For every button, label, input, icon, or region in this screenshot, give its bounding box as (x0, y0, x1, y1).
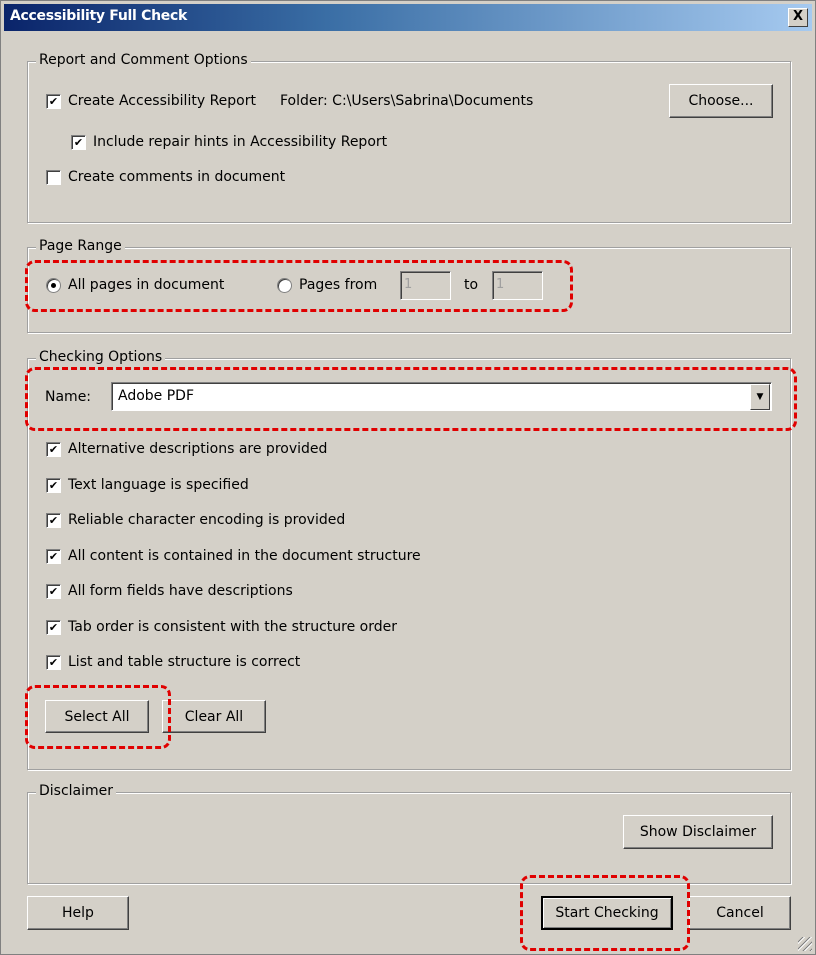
checking-option-label: List and table structure is correct (68, 654, 301, 670)
group-legend: Page Range (36, 238, 125, 254)
from-page-input[interactable]: 1 (400, 271, 451, 300)
checking-option-label: Text language is specified (68, 476, 249, 493)
select-all-button[interactable]: Select All (45, 700, 149, 733)
show-disclaimer-button[interactable]: Show Disclaimer (623, 815, 773, 849)
name-label: Name: (45, 389, 92, 405)
include-hints-checkbox[interactable]: ✔ (71, 135, 86, 150)
clear-all-button[interactable]: Clear All (162, 700, 266, 733)
include-hints-label: Include repair hints in Accessibility Re… (93, 134, 388, 150)
checking-option-checkbox[interactable]: ✔ (46, 513, 61, 528)
close-button[interactable]: X (788, 8, 808, 27)
cancel-button[interactable]: Cancel (689, 896, 791, 930)
title-bar[interactable]: Accessibility Full Check X (4, 4, 812, 31)
checking-option-checkbox[interactable]: ✔ (46, 655, 61, 670)
start-checking-button[interactable]: Start Checking (541, 896, 673, 930)
checking-option-label: All content is contained in the document… (68, 547, 421, 564)
pages-from-radio[interactable] (277, 278, 292, 293)
create-comments-checkbox[interactable] (46, 170, 61, 185)
chevron-down-icon[interactable]: ▼ (750, 384, 770, 410)
create-comments-label: Create comments in document (68, 169, 286, 185)
to-label: to (464, 277, 479, 293)
group-legend: Disclaimer (36, 783, 117, 799)
resize-grip[interactable] (798, 937, 812, 951)
help-button[interactable]: Help (27, 896, 129, 930)
checking-option-label: All form fields have descriptions (68, 583, 293, 599)
group-legend: Checking Options (36, 349, 166, 365)
checking-option-label: Tab order is consistent with the structu… (68, 618, 397, 635)
checking-option-checkbox[interactable]: ✔ (46, 584, 61, 599)
checking-option-checkbox[interactable]: ✔ (46, 477, 61, 493)
group-legend: Report and Comment Options (36, 52, 251, 68)
checking-option-checkbox[interactable]: ✔ (46, 442, 61, 457)
checking-option-checkbox[interactable]: ✔ (46, 619, 61, 635)
choose-button[interactable]: Choose... (669, 84, 773, 118)
all-pages-radio[interactable] (46, 278, 61, 293)
folder-path: Folder: C:\Users\Sabrina\Documents (280, 93, 534, 109)
window-title: Accessibility Full Check (10, 8, 187, 24)
dropdown-value: Adobe PDF (118, 388, 195, 404)
create-report-checkbox[interactable]: ✔ (46, 94, 61, 109)
create-report-label: Create Accessibility Report (68, 93, 256, 109)
checking-option-label: Reliable character encoding is provided (68, 512, 346, 528)
all-pages-label: All pages in document (68, 277, 225, 293)
checking-option-checkbox[interactable]: ✔ (46, 548, 61, 564)
accessibility-full-check-dialog: Accessibility Full Check X Report and Co… (0, 0, 816, 955)
pages-from-label: Pages from (299, 277, 378, 293)
checking-option-label: Alternative descriptions are provided (68, 441, 328, 457)
checker-name-dropdown[interactable]: Adobe PDF ▼ (111, 382, 772, 411)
to-page-input[interactable]: 1 (492, 271, 543, 300)
